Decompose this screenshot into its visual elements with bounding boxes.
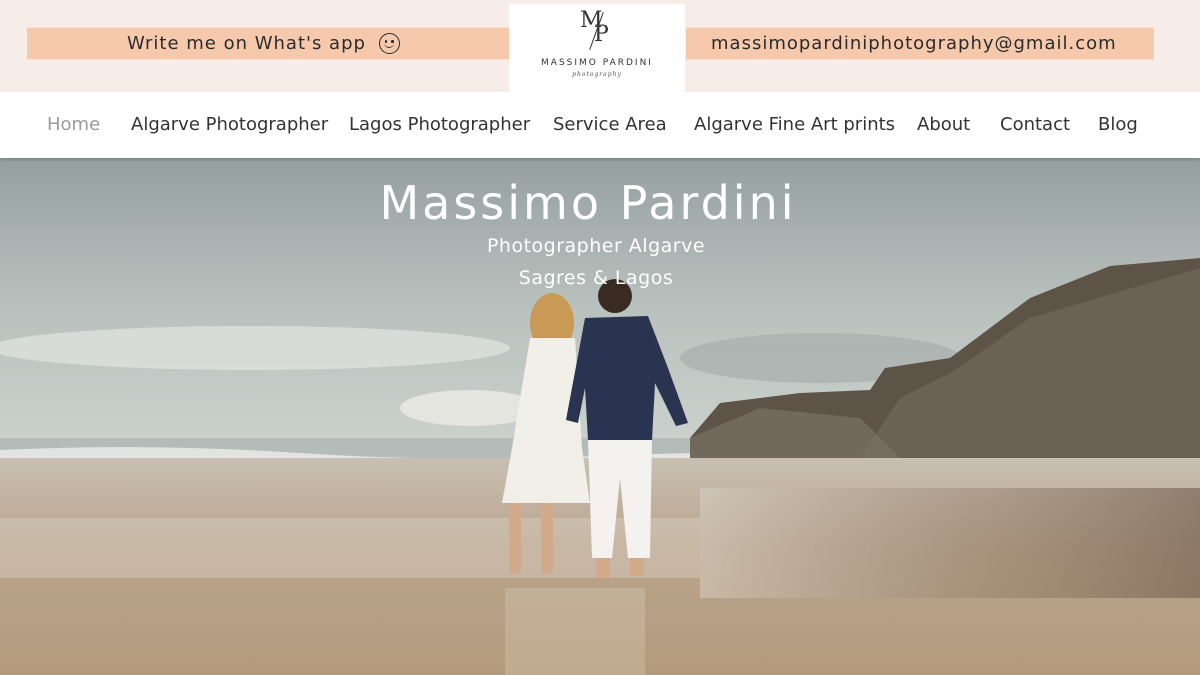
nav-item-about[interactable]: About	[917, 114, 970, 135]
email-address: massimopardiniphotography@gmail.com	[711, 33, 1117, 54]
nav-item-lagos-photographer[interactable]: Lagos Photographer	[349, 114, 530, 135]
nav-item-algarve-photographer[interactable]: Algarve Photographer	[131, 114, 328, 135]
monogram: M P	[577, 8, 617, 52]
smiley-face-icon	[378, 33, 400, 54]
nav-item-blog[interactable]: Blog	[1098, 114, 1138, 135]
top-bar: Write me on What's app M P MASSIMO PARDI…	[0, 0, 1200, 92]
logo[interactable]: M P MASSIMO PARDINI photography	[509, 4, 685, 92]
hero-subtitle-line1: Photographer Algarve	[486, 235, 706, 257]
nav-item-contact[interactable]: Contact	[1000, 114, 1070, 135]
nav-item-fine-art-prints[interactable]: Algarve Fine Art prints	[694, 114, 895, 135]
whatsapp-link[interactable]: Write me on What's app	[27, 27, 509, 60]
hero-title: Massimo Pardini	[379, 176, 797, 230]
email-link[interactable]: massimopardiniphotography@gmail.com	[686, 27, 1154, 60]
nav-item-home[interactable]: Home	[47, 114, 100, 135]
main-nav: Home Algarve Photographer Lagos Photogra…	[0, 92, 1200, 158]
logo-tagline: photography	[572, 71, 622, 78]
hero-banner: Massimo Pardini Photographer Algarve Sag…	[0, 158, 1200, 675]
hero-subtitle-line2: Sagres & Lagos	[518, 267, 674, 289]
whatsapp-label: Write me on What's app	[127, 33, 366, 54]
nav-item-service-area[interactable]: Service Area	[553, 114, 667, 135]
logo-name: MASSIMO PARDINI	[541, 58, 653, 68]
monogram-p: P	[594, 22, 609, 47]
